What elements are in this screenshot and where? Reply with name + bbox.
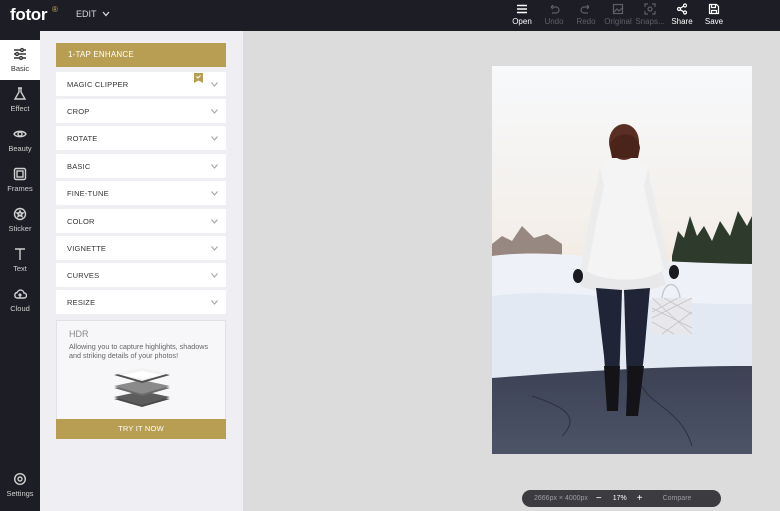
chevron-down-icon bbox=[211, 164, 218, 169]
eye-icon bbox=[13, 130, 27, 138]
chevron-down-icon bbox=[211, 82, 218, 87]
open-button[interactable]: Open bbox=[506, 3, 538, 26]
save-icon bbox=[708, 3, 720, 15]
open-label: Open bbox=[512, 17, 532, 26]
chevron-down-icon bbox=[102, 11, 110, 17]
nav-effect[interactable]: Effect bbox=[0, 80, 40, 120]
cloud-icon bbox=[14, 289, 27, 299]
section-basic[interactable]: BASIC bbox=[56, 154, 226, 178]
bookmark-icon bbox=[194, 73, 203, 83]
text-icon bbox=[15, 248, 25, 260]
redo-icon bbox=[580, 4, 590, 14]
nav-cloud-label: Cloud bbox=[10, 304, 30, 313]
nav-settings[interactable]: Settings bbox=[0, 465, 40, 505]
snapshot-icon bbox=[644, 3, 656, 15]
chevron-down-icon bbox=[211, 136, 218, 141]
zoom-bar: 2666px × 4000px − 17% + Compare bbox=[522, 490, 721, 507]
hdr-title: HDR bbox=[69, 329, 89, 339]
section-resize[interactable]: RESIZE bbox=[56, 290, 226, 314]
section-label: VIGNETTE bbox=[67, 244, 107, 253]
save-label: Save bbox=[704, 17, 724, 26]
left-nav: Basic Effect Beauty Frames Sticker Text … bbox=[0, 31, 40, 511]
share-label: Share bbox=[671, 17, 693, 26]
zoom-out-button[interactable]: − bbox=[596, 493, 602, 504]
original-icon bbox=[612, 3, 624, 15]
gear-icon bbox=[13, 472, 27, 486]
nav-frames[interactable]: Frames bbox=[0, 160, 40, 200]
nav-cloud[interactable]: Cloud bbox=[0, 280, 40, 320]
chevron-down-icon bbox=[211, 300, 218, 305]
sliders-icon bbox=[14, 47, 26, 61]
canvas-photo[interactable] bbox=[492, 66, 752, 454]
share-icon bbox=[676, 3, 688, 15]
section-crop[interactable]: CROP bbox=[56, 99, 226, 123]
nav-beauty-label: Beauty bbox=[8, 144, 32, 153]
chevron-down-icon bbox=[211, 273, 218, 278]
original-button[interactable]: Original bbox=[602, 3, 634, 26]
nav-sticker-label: Sticker bbox=[8, 224, 32, 233]
top-bar: fotor ® EDIT Open Undo Redo Original Sna… bbox=[0, 0, 780, 31]
snapshot-label: Snaps... bbox=[635, 17, 665, 26]
nav-sticker[interactable]: Sticker bbox=[0, 200, 40, 240]
chevron-down-icon bbox=[211, 219, 218, 224]
section-label: RESIZE bbox=[67, 298, 96, 307]
nav-frames-label: Frames bbox=[7, 184, 33, 193]
undo-label: Undo bbox=[544, 17, 564, 26]
section-fine-tune[interactable]: FINE-TUNE bbox=[56, 181, 226, 205]
nav-basic-label: Basic bbox=[10, 64, 30, 73]
section-label: FINE-TUNE bbox=[67, 189, 109, 198]
section-magic-clipper[interactable]: MAGIC CLIPPER bbox=[56, 72, 226, 96]
fotor-logo[interactable]: fotor bbox=[10, 5, 48, 25]
section-label: CURVES bbox=[67, 271, 100, 280]
chevron-down-icon bbox=[211, 109, 218, 114]
section-vignette[interactable]: VIGNETTE bbox=[56, 236, 226, 260]
nav-basic[interactable]: Basic bbox=[0, 40, 40, 80]
frame-icon bbox=[13, 167, 27, 181]
redo-button[interactable]: Redo bbox=[570, 3, 602, 26]
chevron-down-icon bbox=[211, 191, 218, 196]
sticker-icon bbox=[13, 207, 27, 221]
nav-effect-label: Effect bbox=[10, 104, 30, 113]
layers-icon bbox=[114, 368, 170, 407]
chevron-down-icon bbox=[211, 246, 218, 251]
basic-panel: 1-TAP ENHANCE MAGIC CLIPPER CROP ROTATE … bbox=[40, 31, 243, 511]
zoom-in-button[interactable]: + bbox=[637, 493, 643, 504]
zoom-level: 17% bbox=[612, 495, 627, 502]
section-label: BASIC bbox=[67, 162, 91, 171]
menu-icon bbox=[517, 4, 527, 14]
edit-menu[interactable]: EDIT bbox=[76, 9, 110, 19]
undo-button[interactable]: Undo bbox=[538, 3, 570, 26]
edit-menu-label: EDIT bbox=[76, 9, 97, 19]
image-dimensions: 2666px × 4000px bbox=[534, 495, 588, 502]
redo-label: Redo bbox=[576, 17, 596, 26]
nav-settings-label: Settings bbox=[6, 489, 34, 498]
section-label: COLOR bbox=[67, 217, 95, 226]
toolbar: Open Undo Redo Original Snaps... Share S… bbox=[506, 3, 730, 26]
nav-text-label: Text bbox=[13, 264, 27, 273]
original-label: Original bbox=[604, 17, 632, 26]
registered-mark: ® bbox=[52, 5, 58, 14]
snapshot-button[interactable]: Snaps... bbox=[634, 3, 666, 26]
compare-button[interactable]: Compare bbox=[663, 495, 692, 502]
try-it-now-button[interactable]: TRY IT NOW bbox=[56, 419, 226, 439]
nav-text[interactable]: Text bbox=[0, 240, 40, 280]
undo-icon bbox=[550, 4, 560, 14]
hdr-description: Allowing you to capture highlights, shad… bbox=[69, 342, 209, 360]
section-curves[interactable]: CURVES bbox=[56, 263, 226, 287]
section-rotate[interactable]: ROTATE bbox=[56, 126, 226, 150]
one-tap-enhance-button[interactable]: 1-TAP ENHANCE bbox=[56, 43, 226, 67]
section-label: CROP bbox=[67, 107, 90, 116]
flask-icon bbox=[13, 87, 27, 100]
section-color[interactable]: COLOR bbox=[56, 209, 226, 233]
save-button[interactable]: Save bbox=[698, 3, 730, 26]
section-label: ROTATE bbox=[67, 134, 98, 143]
section-label: MAGIC CLIPPER bbox=[67, 80, 129, 89]
nav-beauty[interactable]: Beauty bbox=[0, 120, 40, 160]
share-button[interactable]: Share bbox=[666, 3, 698, 26]
